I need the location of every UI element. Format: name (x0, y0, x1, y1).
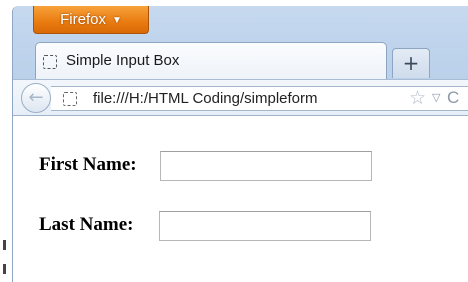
browser-chrome: Firefox ▼ Simple Input Box + file:///H:/H… (13, 6, 468, 116)
back-arrow-icon: ← (28, 87, 44, 108)
last-name-field[interactable] (159, 211, 371, 241)
url-text: file:///H:/HTML Coding/simpleform (93, 90, 318, 107)
background-window-edge (0, 0, 12, 282)
navigation-toolbar: file:///H:/HTML Coding/simpleform ☆ ▽ C … (13, 79, 468, 116)
first-name-label: First Name: (39, 154, 137, 175)
plus-icon: + (402, 51, 420, 75)
browser-window: Firefox ▼ Simple Input Box + file:///H:/H… (12, 6, 468, 282)
firefox-menu-label: Firefox (60, 11, 106, 28)
edge-mark (3, 264, 6, 274)
page-content: First Name: Last Name: (13, 116, 468, 282)
address-bar[interactable]: file:///H:/HTML Coding/simpleform ☆ ▽ C (51, 86, 468, 111)
last-name-label: Last Name: (39, 214, 134, 235)
edge-mark (3, 240, 6, 250)
first-name-field[interactable] (160, 151, 372, 181)
blank-page-icon (43, 55, 57, 69)
last-name-row: Last Name: (39, 211, 371, 241)
chevron-down-icon: ▼ (111, 15, 122, 26)
new-tab-button[interactable]: + (392, 48, 430, 78)
site-identity-icon[interactable] (63, 92, 77, 106)
history-dropdown-icon[interactable]: ▽ (432, 91, 440, 104)
first-name-row: First Name: (39, 151, 372, 181)
back-button[interactable]: ← (21, 83, 51, 113)
screenshot-stage: Firefox ▼ Simple Input Box + file:///H:/H… (0, 0, 468, 282)
tab-title: Simple Input Box (66, 52, 180, 69)
tab-simple-input-box[interactable]: Simple Input Box (35, 42, 387, 79)
bookmark-star-icon[interactable]: ☆ (409, 87, 426, 109)
reload-button-partial[interactable]: C (447, 88, 459, 108)
firefox-menu-button[interactable]: Firefox ▼ (33, 6, 149, 34)
